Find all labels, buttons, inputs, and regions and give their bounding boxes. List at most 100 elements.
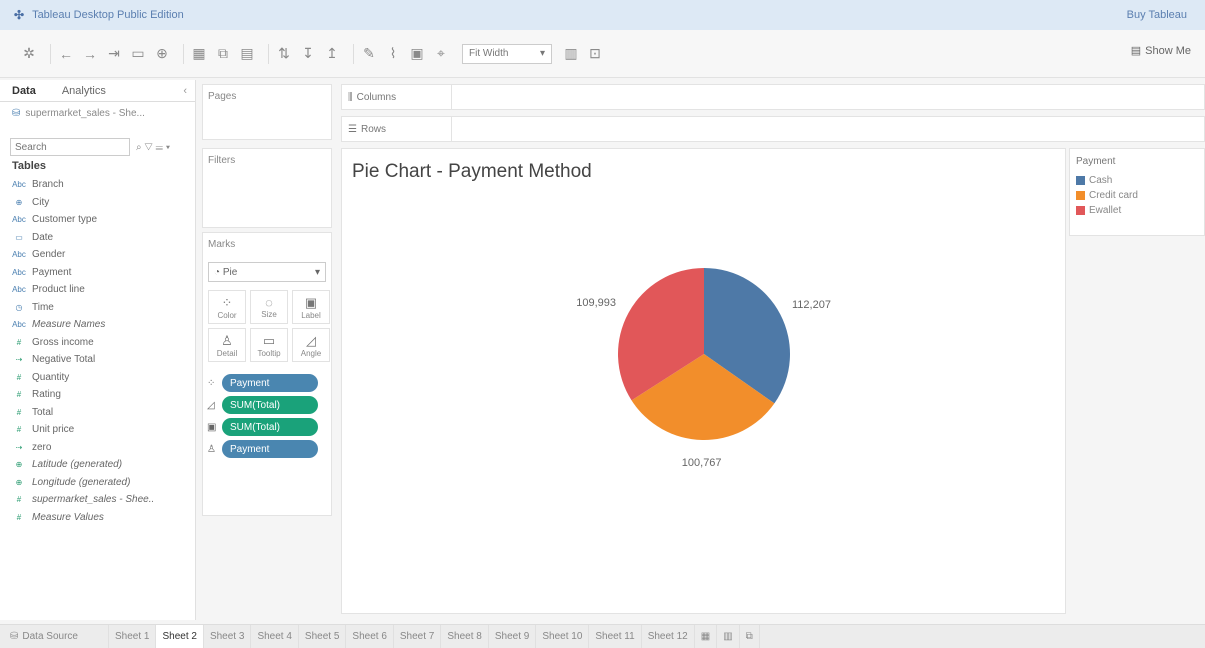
- angle-button[interactable]: ◿ Angle: [292, 328, 330, 362]
- sort-descending-icon[interactable]: ↥: [323, 45, 341, 63]
- field-label: Latitude (generated): [32, 459, 123, 471]
- color-button[interactable]: ⁘ Color: [208, 290, 246, 324]
- datasource-tab[interactable]: ⛁ Data Source: [0, 625, 109, 648]
- pages-shelf[interactable]: Pages: [202, 84, 332, 140]
- field-item[interactable]: # Quantity: [0, 369, 195, 387]
- columns-shelf[interactable]: ⫼ Columns: [341, 84, 1205, 110]
- add-datasource-icon[interactable]: ⊕: [153, 45, 171, 63]
- field-item[interactable]: Abc Product line: [0, 281, 195, 299]
- field-item[interactable]: ▭ Date: [0, 229, 195, 247]
- new-worksheet-icon[interactable]: ▦: [190, 45, 208, 63]
- field-label: Customer type: [32, 214, 98, 226]
- field-item[interactable]: ⊕ Latitude (generated): [0, 456, 195, 474]
- sheet-tab[interactable]: Sheet 5: [299, 625, 347, 648]
- label-button[interactable]: ▣ Label: [292, 290, 330, 324]
- datasource-item[interactable]: ⛁ supermarket_sales - She...: [0, 102, 195, 124]
- number-icon: #: [16, 512, 22, 522]
- legend-item[interactable]: Credit card: [1076, 188, 1198, 203]
- field-item[interactable]: Abc Branch: [0, 176, 195, 194]
- legend-item[interactable]: Cash: [1076, 173, 1198, 188]
- presentation-icon[interactable]: ⊡: [586, 45, 604, 63]
- string-icon: Abc: [12, 250, 26, 260]
- size-button[interactable]: ◌ Size: [250, 290, 288, 324]
- new-story-icon[interactable]: ⧉: [740, 625, 760, 648]
- duplicate-icon[interactable]: ⧉: [214, 45, 232, 63]
- search-input[interactable]: [10, 138, 130, 156]
- filters-shelf[interactable]: Filters: [202, 148, 332, 228]
- show-me-button[interactable]: ▤ Show Me: [1131, 44, 1191, 58]
- chevron-down-icon: ▾: [539, 48, 545, 59]
- tab-data[interactable]: Data: [12, 85, 36, 97]
- field-item[interactable]: ⇢ Negative Total: [0, 351, 195, 369]
- back-icon[interactable]: ←: [57, 45, 75, 63]
- globe-icon: ⊕: [15, 460, 23, 470]
- fix-axes-icon[interactable]: ⌖: [432, 45, 450, 63]
- datasource-name: supermarket_sales - She...: [25, 107, 145, 119]
- forward-icon[interactable]: →: [81, 45, 99, 63]
- field-item[interactable]: # supermarket_sales - Shee..: [0, 491, 195, 509]
- field-item[interactable]: Abc Customer type: [0, 211, 195, 229]
- sheet-tab[interactable]: Sheet 9: [489, 625, 537, 648]
- field-label: Quantity: [32, 371, 70, 383]
- show-labels-icon[interactable]: ▣: [408, 45, 426, 63]
- field-item[interactable]: # Total: [0, 404, 195, 422]
- detail-button[interactable]: ♙ Detail: [208, 328, 246, 362]
- sheet-tab[interactable]: Sheet 10: [536, 625, 590, 648]
- payment-color-pill[interactable]: Payment: [222, 374, 318, 392]
- field-label: supermarket_sales - Shee..: [32, 494, 155, 506]
- columns-icon: ⫼: [348, 91, 353, 103]
- sort-ascending-icon[interactable]: ↧: [299, 45, 317, 63]
- field-item[interactable]: ⊕ Longitude (generated): [0, 474, 195, 492]
- buy-tableau-link[interactable]: Buy Tableau: [1127, 9, 1187, 21]
- sheet-tab[interactable]: Sheet 6: [346, 625, 394, 648]
- group-icon[interactable]: ⌇: [384, 45, 402, 63]
- tooltip-button[interactable]: ▭ Tooltip: [250, 328, 288, 362]
- field-item[interactable]: ⇢ zero: [0, 439, 195, 457]
- sheet-tab[interactable]: Sheet 3: [204, 625, 252, 648]
- sheet-tab[interactable]: Sheet 7: [394, 625, 442, 648]
- field-item[interactable]: # Unit price: [0, 421, 195, 439]
- swap-icon[interactable]: ⇅: [275, 45, 293, 63]
- highlight-icon[interactable]: ✎: [360, 45, 378, 63]
- legend-items: Cash Credit card Ewallet: [1076, 173, 1198, 218]
- sheet-tab[interactable]: Sheet 8: [441, 625, 489, 648]
- tableau-icon[interactable]: ✲: [20, 45, 38, 63]
- payment-detail-pill[interactable]: Payment: [222, 440, 318, 458]
- clear-sheet-icon[interactable]: ▤: [238, 45, 256, 63]
- sheet-tab[interactable]: Sheet 2: [156, 625, 204, 648]
- globe-icon: ⊕: [15, 477, 23, 487]
- sheet-tab[interactable]: Sheet 12: [642, 625, 695, 648]
- calculated-field-icon: ⇢: [15, 355, 23, 365]
- field-item[interactable]: Abc Payment: [0, 264, 195, 282]
- sheet-tab[interactable]: Sheet 4: [251, 625, 299, 648]
- field-item[interactable]: ⊕ City: [0, 194, 195, 212]
- sheet-tab[interactable]: Sheet 11: [589, 625, 642, 648]
- pill-row: ◿ SUM(Total): [207, 394, 329, 416]
- collapse-icon[interactable]: ‹: [183, 85, 187, 97]
- save-icon[interactable]: ▭: [129, 45, 147, 63]
- mark-type-select[interactable]: ◔ Pie ▾: [208, 262, 326, 282]
- tab-analytics[interactable]: Analytics: [62, 85, 106, 97]
- number-icon: #: [16, 495, 22, 505]
- rows-shelf[interactable]: ☰ Rows: [341, 116, 1205, 142]
- rows-icon: ☰: [348, 123, 357, 135]
- data-label: 109,993: [576, 297, 616, 309]
- fit-width-select[interactable]: Fit Width ▾: [462, 43, 552, 64]
- field-item[interactable]: Abc Measure Names: [0, 316, 195, 334]
- field-item[interactable]: ◷ Time: [0, 299, 195, 317]
- legend-item[interactable]: Ewallet: [1076, 203, 1198, 218]
- field-item[interactable]: # Rating: [0, 386, 195, 404]
- field-item[interactable]: # Gross income: [0, 334, 195, 352]
- new-worksheet-icon[interactable]: ▦: [695, 625, 718, 648]
- number-icon: #: [16, 337, 22, 347]
- field-item[interactable]: Abc Gender: [0, 246, 195, 264]
- sheet-tab[interactable]: Sheet 1: [109, 625, 157, 648]
- new-dashboard-icon[interactable]: ▥: [717, 625, 740, 648]
- sum-total-label-pill[interactable]: SUM(Total): [222, 418, 318, 436]
- redo-icon[interactable]: ⇥: [105, 45, 123, 63]
- filter-icon[interactable]: ⌕ ▽ ☰ ▾: [136, 142, 170, 153]
- string-icon: Abc: [12, 285, 26, 295]
- show-cards-icon[interactable]: ▥: [562, 45, 580, 63]
- field-item[interactable]: # Measure Values: [0, 509, 195, 527]
- sum-total-angle-pill[interactable]: SUM(Total): [222, 396, 318, 414]
